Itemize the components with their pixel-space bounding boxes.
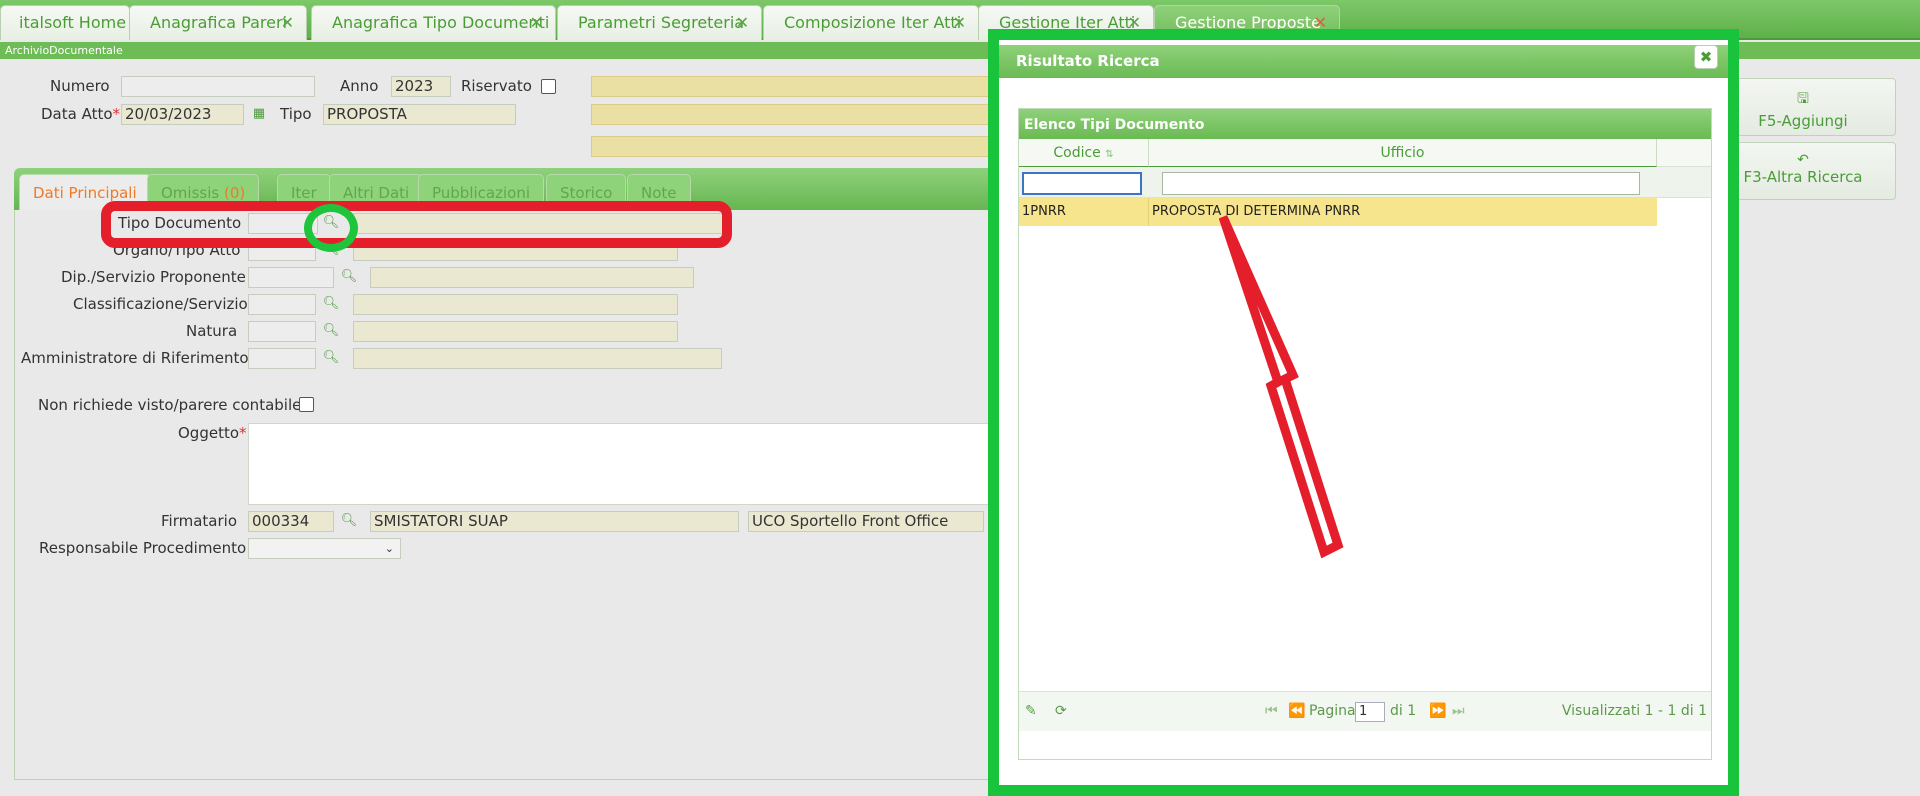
tab-label: Parametri Segreteria (578, 13, 745, 32)
anno-label: Anno (340, 77, 379, 95)
tab-anagrafica-pareri[interactable]: Anagrafica Pareri ✕ (129, 5, 307, 40)
dip-servizio-desc (370, 267, 694, 288)
tab-omissis-count: (0) (223, 184, 246, 202)
search-icon[interactable]: 🔍︎ (321, 348, 341, 368)
tab-label: Anagrafica Pareri (150, 13, 288, 32)
responsabile-label: Responsabile Procedimento (39, 539, 247, 557)
firmatario-name: SMISTATORI SUAP (370, 511, 739, 532)
tab-omissis-label: Omissis (161, 184, 220, 202)
non-richiede-label: Non richiede visto/parere contabile (38, 396, 302, 414)
firmatario-office: UCO Sportello Front Office (748, 511, 984, 532)
close-icon[interactable]: ✕ (953, 6, 966, 40)
classificazione-label: Classificazione/Servizio (73, 295, 248, 313)
chevron-down-icon: ⌄ (384, 542, 394, 555)
amministratore-desc (353, 348, 722, 369)
calendar-icon[interactable]: ▦ (249, 104, 269, 124)
numero-label: Numero (50, 77, 110, 95)
classificazione-code-input[interactable] (248, 294, 316, 315)
classificazione-desc (353, 294, 678, 315)
required-mark: * (239, 424, 247, 442)
close-icon[interactable]: ✕ (281, 6, 294, 40)
search-icon[interactable]: 🔍︎ (339, 267, 359, 287)
tab-label: Anagrafica Tipo Documenti (332, 13, 550, 32)
annotation-green-circle (304, 204, 358, 252)
amministratore-code-input[interactable] (248, 348, 316, 369)
data-atto-label: Data Atto* (41, 105, 120, 123)
tab-parametri-segreteria[interactable]: Parametri Segreteria ✕ (557, 5, 762, 40)
firmatario-label: Firmatario (161, 512, 237, 530)
natura-code-input[interactable] (248, 321, 316, 342)
search-icon[interactable]: 🔍︎ (321, 321, 341, 341)
add-button-label: F5-Aggiungi (1758, 112, 1848, 130)
info-bar-3 (591, 136, 1001, 157)
tipo-label: Tipo (280, 105, 312, 123)
search-icon[interactable]: 🔍︎ (339, 511, 359, 531)
search-icon[interactable]: 🔍︎ (321, 294, 341, 314)
natura-label: Natura (186, 322, 238, 340)
tab-composizione-iter-atti[interactable]: Composizione Iter Atti ✕ (763, 5, 979, 40)
search-again-label: F3-Altra Ricerca (1743, 168, 1863, 186)
tab-label: italsoft Home (19, 13, 127, 32)
tipo-input[interactable]: PROPOSTA (323, 104, 516, 125)
annotation-red-box (101, 201, 732, 248)
natura-desc (353, 321, 678, 342)
close-icon[interactable]: ✕ (530, 6, 543, 40)
data-atto-input[interactable]: 20/03/2023 (121, 104, 244, 125)
oggetto-label-text: Oggetto (178, 424, 240, 442)
dip-servizio-label: Dip./Servizio Proponente (61, 268, 246, 286)
oggetto-label: Oggetto* (178, 424, 247, 442)
annotation-green-box (988, 29, 1739, 796)
firmatario-code-input[interactable]: 000334 (248, 511, 334, 532)
dip-servizio-code-input[interactable] (248, 267, 334, 288)
info-bar-1 (591, 76, 1001, 97)
riservato-label: Riservato (461, 77, 532, 95)
tab-italsoft-home[interactable]: italsoft Home (0, 5, 130, 40)
responsabile-select[interactable]: ⌄ (248, 538, 401, 559)
close-icon[interactable]: ✕ (736, 6, 749, 40)
required-mark: * (112, 105, 121, 123)
tab-label: Composizione Iter Atti (784, 13, 962, 32)
numero-input[interactable] (121, 76, 315, 97)
oggetto-textarea[interactable] (248, 423, 993, 505)
data-atto-label-text: Data Atto (41, 105, 113, 123)
non-richiede-checkbox[interactable] (299, 397, 314, 412)
riservato-checkbox[interactable] (541, 79, 556, 94)
info-bar-2 (591, 104, 1001, 125)
amministratore-label: Amministratore di Riferimento (21, 349, 249, 367)
anno-input[interactable]: 2023 (391, 76, 451, 97)
tab-anagrafica-tipo-documenti[interactable]: Anagrafica Tipo Documenti ✕ (311, 5, 556, 40)
